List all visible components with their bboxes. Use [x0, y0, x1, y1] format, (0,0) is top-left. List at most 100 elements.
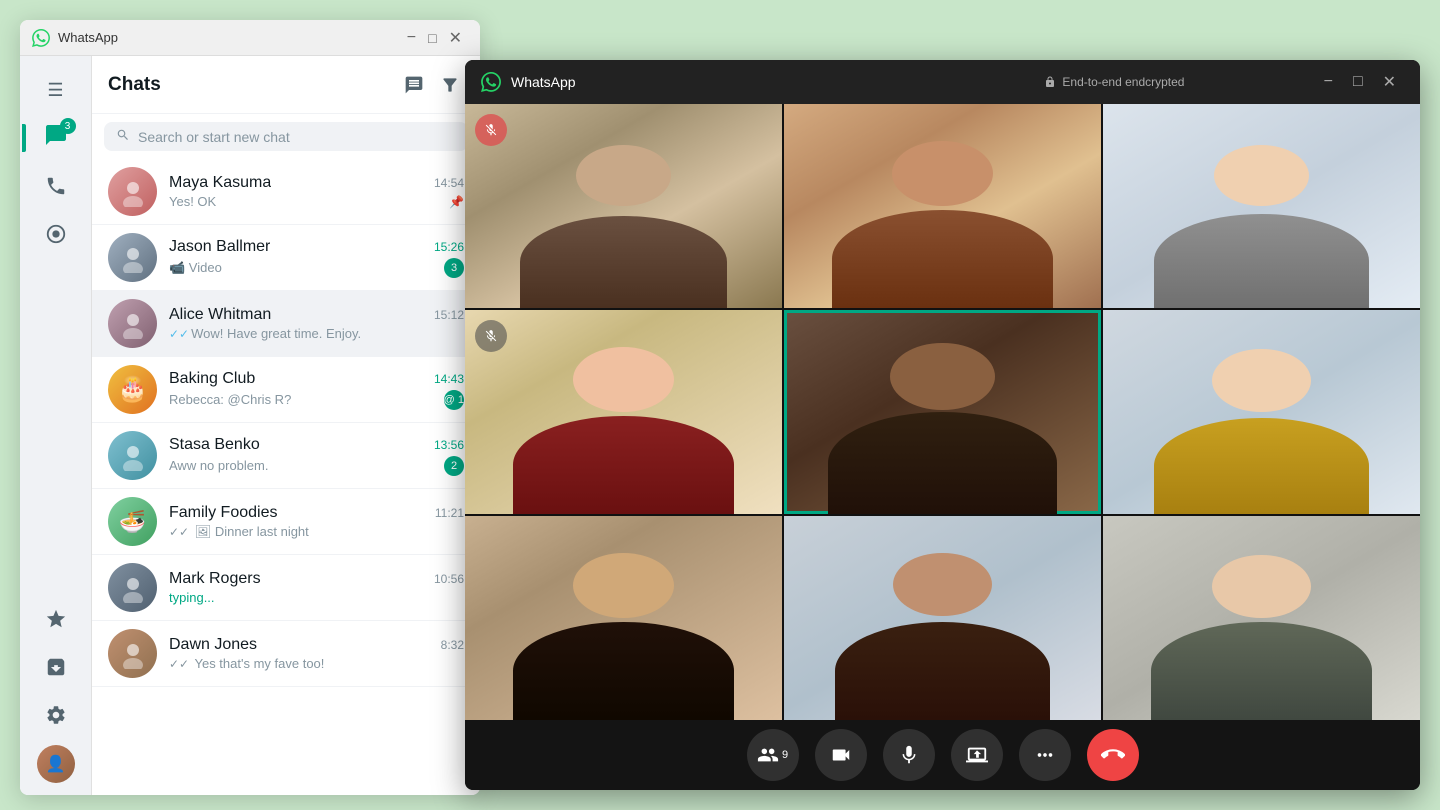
video-cell-3	[1103, 104, 1420, 308]
chat-time: 14:43	[434, 372, 464, 386]
call-close-button[interactable]: ✕	[1375, 68, 1404, 96]
chat-name: Mark Rogers	[169, 570, 261, 588]
avatar	[108, 299, 157, 348]
video-cell-5	[784, 310, 1101, 514]
chat-info: Alice Whitman 15:12 ✓✓Wow! Have great ti…	[169, 306, 464, 341]
chat-time: 15:26	[434, 240, 464, 254]
video-cell-8	[784, 516, 1101, 720]
app-layout: ☰ 3	[20, 56, 480, 795]
list-item[interactable]: Alice Whitman 15:12 ✓✓Wow! Have great ti…	[92, 291, 480, 357]
chat-name: Alice Whitman	[169, 306, 271, 324]
chat-info: Baking Club 14:43 Rebecca: @Chris R? @ 1	[169, 370, 464, 410]
avatar: 🎂	[108, 365, 157, 414]
end-call-button[interactable]	[1087, 729, 1139, 781]
call-minimize-button[interactable]: −	[1316, 68, 1341, 96]
video-cell-6	[1103, 310, 1420, 514]
chat-preview: ✓✓Wow! Have great time. Enjoy.	[169, 326, 464, 341]
maximize-button[interactable]: □	[422, 28, 442, 48]
chat-preview: ✓✓ Yes that's my fave too!	[169, 656, 464, 671]
video-cell-9	[1103, 516, 1420, 720]
muted-icon-1	[475, 114, 507, 146]
mic-button[interactable]	[883, 729, 935, 781]
avatar: 🍜	[108, 497, 157, 546]
chat-info: Stasa Benko 13:56 Aww no problem. 2	[169, 436, 464, 476]
search-input[interactable]	[138, 129, 456, 145]
call-maximize-button[interactable]: □	[1345, 68, 1371, 96]
chat-time: 10:56	[434, 572, 464, 586]
chats-header-icons	[400, 71, 464, 99]
call-window: WhatsApp End-to-end endcrypted − □ ✕	[465, 60, 1420, 790]
more-options-button[interactable]	[1019, 729, 1071, 781]
chat-preview: Aww no problem.	[169, 458, 440, 473]
list-item[interactable]: Mark Rogers 10:56 typing...	[92, 555, 480, 621]
encryption-label: End-to-end endcrypted	[1062, 75, 1184, 89]
list-item[interactable]: Jason Ballmer 15:26 📹 Video 3	[92, 225, 480, 291]
video-grid	[465, 104, 1420, 720]
new-chat-button[interactable]	[400, 71, 428, 99]
chat-preview: 📹 Video	[169, 260, 440, 276]
chat-name: Jason Ballmer	[169, 238, 270, 256]
chat-name: Maya Kasuma	[169, 174, 271, 192]
sidebar-item-calls[interactable]	[34, 164, 78, 208]
chat-list: Maya Kasuma 14:54 Yes! OK 📌	[92, 159, 480, 795]
main-window-title: WhatsApp	[58, 30, 401, 45]
sidebar-item-chats[interactable]: 3	[34, 116, 78, 160]
pin-icon: 📌	[449, 195, 464, 209]
search-icon	[116, 128, 130, 145]
screen-share-button[interactable]	[951, 729, 1003, 781]
sidebar-item-starred[interactable]	[34, 597, 78, 641]
call-window-title: WhatsApp	[511, 74, 913, 90]
list-item[interactable]: Stasa Benko 13:56 Aww no problem. 2	[92, 423, 480, 489]
chat-preview: typing...	[169, 590, 464, 605]
participants-count: 9	[782, 749, 788, 761]
avatar	[108, 233, 157, 282]
video-cell-2	[784, 104, 1101, 308]
chat-info: Mark Rogers 10:56 typing...	[169, 570, 464, 605]
list-item[interactable]: Dawn Jones 8:32 ✓✓ Yes that's my fave to…	[92, 621, 480, 687]
chat-info: Maya Kasuma 14:54 Yes! OK 📌	[169, 174, 464, 209]
call-title-controls: − □ ✕	[1316, 68, 1404, 96]
call-window-logo-icon	[481, 72, 501, 92]
search-bar	[92, 114, 480, 159]
chat-name: Family Foodies	[169, 504, 277, 522]
chat-name: Dawn Jones	[169, 636, 257, 654]
chats-title: Chats	[108, 74, 400, 96]
participants-button[interactable]: 9	[747, 729, 799, 781]
list-item[interactable]: Maya Kasuma 14:54 Yes! OK 📌	[92, 159, 480, 225]
list-item[interactable]: 🍜 Family Foodies 11:21 ✓✓ 🖼 Dinner last …	[92, 489, 480, 555]
chat-name: Baking Club	[169, 370, 255, 388]
encryption-indicator: End-to-end endcrypted	[913, 75, 1315, 89]
chat-info: Family Foodies 11:21 ✓✓ 🖼 Dinner last ni…	[169, 504, 464, 540]
avatar	[108, 563, 157, 612]
chat-preview: ✓✓ 🖼 Dinner last night	[169, 524, 464, 540]
chat-time: 11:21	[435, 506, 464, 520]
sidebar-item-menu[interactable]: ☰	[34, 68, 78, 112]
unread-badge: 2	[444, 456, 464, 476]
chat-name: Stasa Benko	[169, 436, 260, 454]
video-cell-1	[465, 104, 782, 308]
chats-panel: Chats	[92, 56, 480, 795]
chats-unread-badge: 3	[60, 118, 76, 134]
chat-preview: Yes! OK	[169, 194, 449, 209]
list-item[interactable]: 🎂 Baking Club 14:43 Rebecca: @Chris R? @…	[92, 357, 480, 423]
sidebar-item-settings[interactable]	[34, 693, 78, 737]
video-cell-4	[465, 310, 782, 514]
video-button[interactable]	[815, 729, 867, 781]
chat-time: 15:12	[434, 308, 464, 322]
participants-control: 9	[747, 729, 799, 781]
chat-info: Dawn Jones 8:32 ✓✓ Yes that's my fave to…	[169, 636, 464, 671]
chat-preview: Rebecca: @Chris R?	[169, 392, 440, 407]
whatsapp-logo-icon	[32, 29, 50, 47]
call-title-bar: WhatsApp End-to-end endcrypted − □ ✕	[465, 60, 1420, 104]
muted-icon-4	[475, 320, 507, 352]
avatar	[108, 629, 157, 678]
sidebar-item-archived[interactable]	[34, 645, 78, 689]
filter-button[interactable]	[436, 71, 464, 99]
chats-header: Chats	[92, 56, 480, 114]
chat-time: 8:32	[441, 638, 464, 652]
sidebar-item-status[interactable]	[34, 212, 78, 256]
close-button[interactable]: ✕	[443, 26, 468, 50]
chat-time: 14:54	[434, 176, 464, 190]
user-avatar[interactable]: 👤	[37, 745, 75, 783]
minimize-button[interactable]: −	[401, 27, 422, 49]
